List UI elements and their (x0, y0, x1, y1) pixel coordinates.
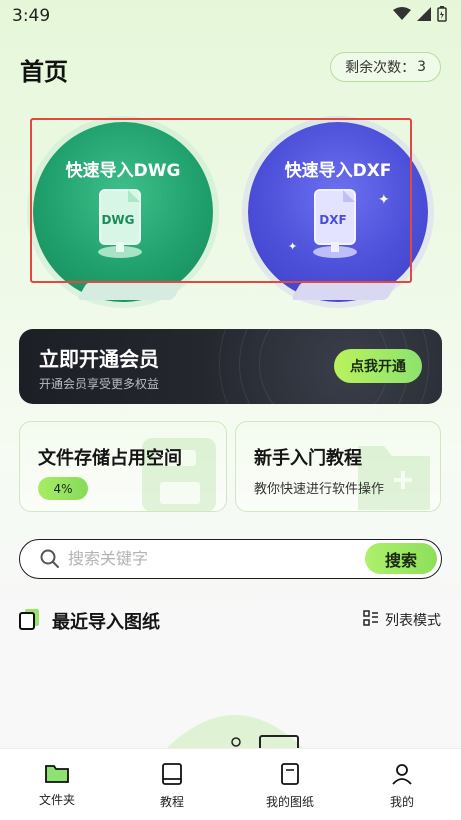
vip-banner[interactable]: 立即开通会员 开通会员享受更多权益 点我开通 (19, 329, 442, 404)
nav-label-tutorial: 教程 (159, 795, 184, 809)
search-box: 搜索 (19, 539, 442, 579)
nav-item-folder[interactable]: 文件夹 (17, 763, 97, 808)
page-title: 首页 (20, 58, 68, 86)
search-icon (40, 549, 60, 573)
search-button[interactable]: 搜索 (365, 543, 437, 574)
import-highlight-box (30, 118, 412, 283)
tutorial-bg-icon (350, 432, 436, 511)
dwg-card-base (76, 282, 184, 300)
empty-state-illustration (160, 710, 310, 751)
nav-label-drawings: 我的图纸 (265, 795, 314, 809)
list-icon (363, 610, 379, 630)
status-icons (393, 6, 447, 22)
nav-item-profile[interactable]: 我的 (362, 763, 442, 810)
nav-item-drawings[interactable]: 我的图纸 (250, 763, 330, 810)
tutorial-card[interactable]: 新手入门教程 教你快速进行软件操作 (235, 421, 441, 512)
list-mode-toggle[interactable]: 列表模式 (363, 610, 441, 630)
vip-title: 立即开通会员 (39, 347, 159, 371)
user-icon (391, 763, 413, 789)
folder-icon (45, 763, 69, 787)
book-icon (161, 763, 183, 789)
nav-label-profile: 我的 (389, 795, 414, 809)
vip-subtitle: 开通会员享受更多权益 (39, 377, 160, 391)
drawing-icon (279, 763, 301, 789)
status-time: 3:49 (12, 6, 51, 26)
header: 首页 剩余次数： 3 (0, 44, 461, 94)
tutorial-title: 新手入门教程 (254, 448, 362, 469)
list-mode-label: 列表模式 (385, 613, 441, 629)
search-input[interactable] (68, 540, 358, 577)
signal-icon (417, 7, 431, 21)
status-bar: 3:49 (0, 0, 461, 32)
nav-item-tutorial[interactable]: 教程 (132, 763, 212, 810)
battery-icon (437, 6, 447, 22)
remaining-count: 3 (417, 59, 426, 75)
storage-title: 文件存储占用空间 (38, 448, 182, 469)
vip-open-button[interactable]: 点我开通 (334, 349, 422, 383)
remaining-label: 剩余次数： (345, 60, 416, 76)
recent-title: 最近导入图纸 (52, 612, 160, 633)
remaining-count-badge: 剩余次数： 3 (330, 52, 441, 82)
wifi-icon (393, 7, 411, 21)
storage-card[interactable]: 文件存储占用空间 4% (19, 421, 227, 512)
dxf-card-base (290, 282, 398, 300)
recent-header: 最近导入图纸 列表模式 (0, 604, 461, 636)
tutorial-subtitle: 教你快速进行软件操作 (254, 482, 385, 497)
bottom-nav: 文件夹 教程 我的图纸 我的 (0, 748, 461, 820)
storage-percent-badge: 4% (38, 477, 88, 500)
nav-label-folder: 文件夹 (38, 793, 75, 807)
recent-files-icon (19, 608, 41, 634)
